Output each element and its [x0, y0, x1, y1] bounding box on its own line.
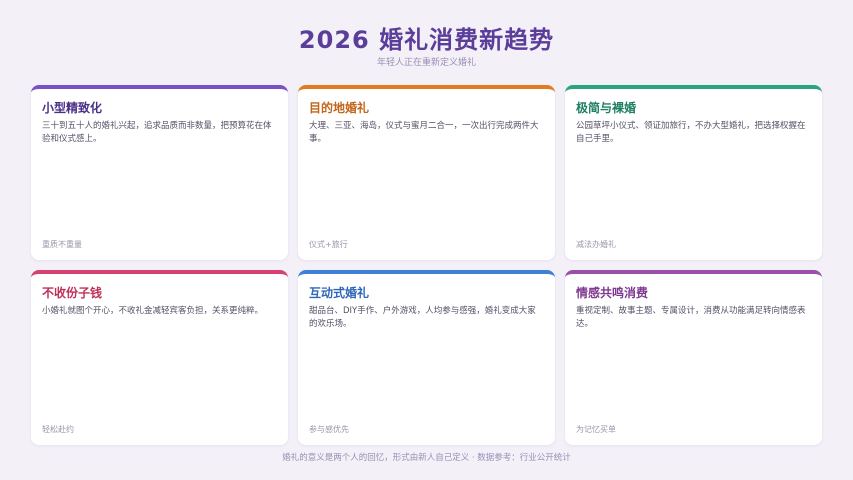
card-title: 小型精致化 — [42, 101, 103, 115]
card-title: 情感共鸣消费 — [576, 286, 649, 300]
card-tag: 为记忆买单 — [576, 425, 616, 434]
card-description: 公园草坪小仪式、领证加旅行，不办大型婚礼，把选择权握在自己手里。 — [576, 121, 806, 144]
page-title: 2026 婚礼消费新趋势 — [298, 26, 555, 54]
trend-card-emotional-consumption: 情感共鸣消费 重视定制、故事主题、专属设计，消费从功能满足转向情感表达。 为记忆… — [565, 270, 822, 445]
page-footer: 婚礼的意义是两个人的回忆，形式由新人自己定义 · 数据参考：行业公开统计 — [282, 453, 571, 463]
card-title: 极简与裸婚 — [576, 101, 637, 115]
card-description: 小婚礼就图个开心，不收礼金减轻宾客负担，关系更纯粹。 — [42, 306, 264, 316]
card-tag: 参与感优先 — [309, 425, 349, 434]
card-title: 不收份子钱 — [42, 286, 103, 300]
card-description: 甜品台、DIY手作、户外游戏，人均参与感强，婚礼变成大家的欢乐场。 — [309, 306, 536, 329]
card-tag: 减法办婚礼 — [576, 240, 616, 249]
card-tag: 仪式+旅行 — [309, 240, 348, 249]
card-description: 重视定制、故事主题、专属设计，消费从功能满足转向情感表达。 — [576, 306, 806, 329]
card-title: 目的地婚礼 — [309, 101, 370, 115]
card-tag: 轻松赴约 — [42, 425, 74, 434]
card-title: 互动式婚礼 — [309, 286, 370, 300]
trend-card-no-gift-money: 不收份子钱 小婚礼就图个开心，不收礼金减轻宾客负担，关系更纯粹。 轻松赴约 — [31, 270, 288, 445]
trend-card-destination-wedding: 目的地婚礼 大理、三亚、海岛，仪式与蜜月二合一，一次出行完成两件大事。 仪式+旅… — [298, 85, 555, 260]
card-tag: 重质不重量 — [42, 240, 82, 249]
trend-card-minimalist: 极简与裸婚 公园草坪小仪式、领证加旅行，不办大型婚礼，把选择权握在自己手里。 减… — [565, 85, 822, 260]
trend-card-interactive: 互动式婚礼 甜品台、DIY手作、户外游戏，人均参与感强，婚礼变成大家的欢乐场。 … — [298, 270, 555, 445]
trend-card-small-refined: 小型精致化 三十到五十人的婚礼兴起，追求品质而非数量，把预算花在体验和仪式感上。… — [31, 85, 288, 260]
page-subtitle: 年轻人正在重新定义婚礼 — [376, 58, 476, 68]
card-description: 三十到五十人的婚礼兴起，追求品质而非数量，把预算花在体验和仪式感上。 — [42, 121, 272, 144]
trend-card-grid: 小型精致化 三十到五十人的婚礼兴起，追求品质而非数量，把预算花在体验和仪式感上。… — [31, 85, 822, 445]
card-description: 大理、三亚、海岛，仪式与蜜月二合一，一次出行完成两件大事。 — [309, 121, 539, 144]
page-header: 2026 婚礼消费新趋势 年轻人正在重新定义婚礼 — [0, 22, 853, 70]
